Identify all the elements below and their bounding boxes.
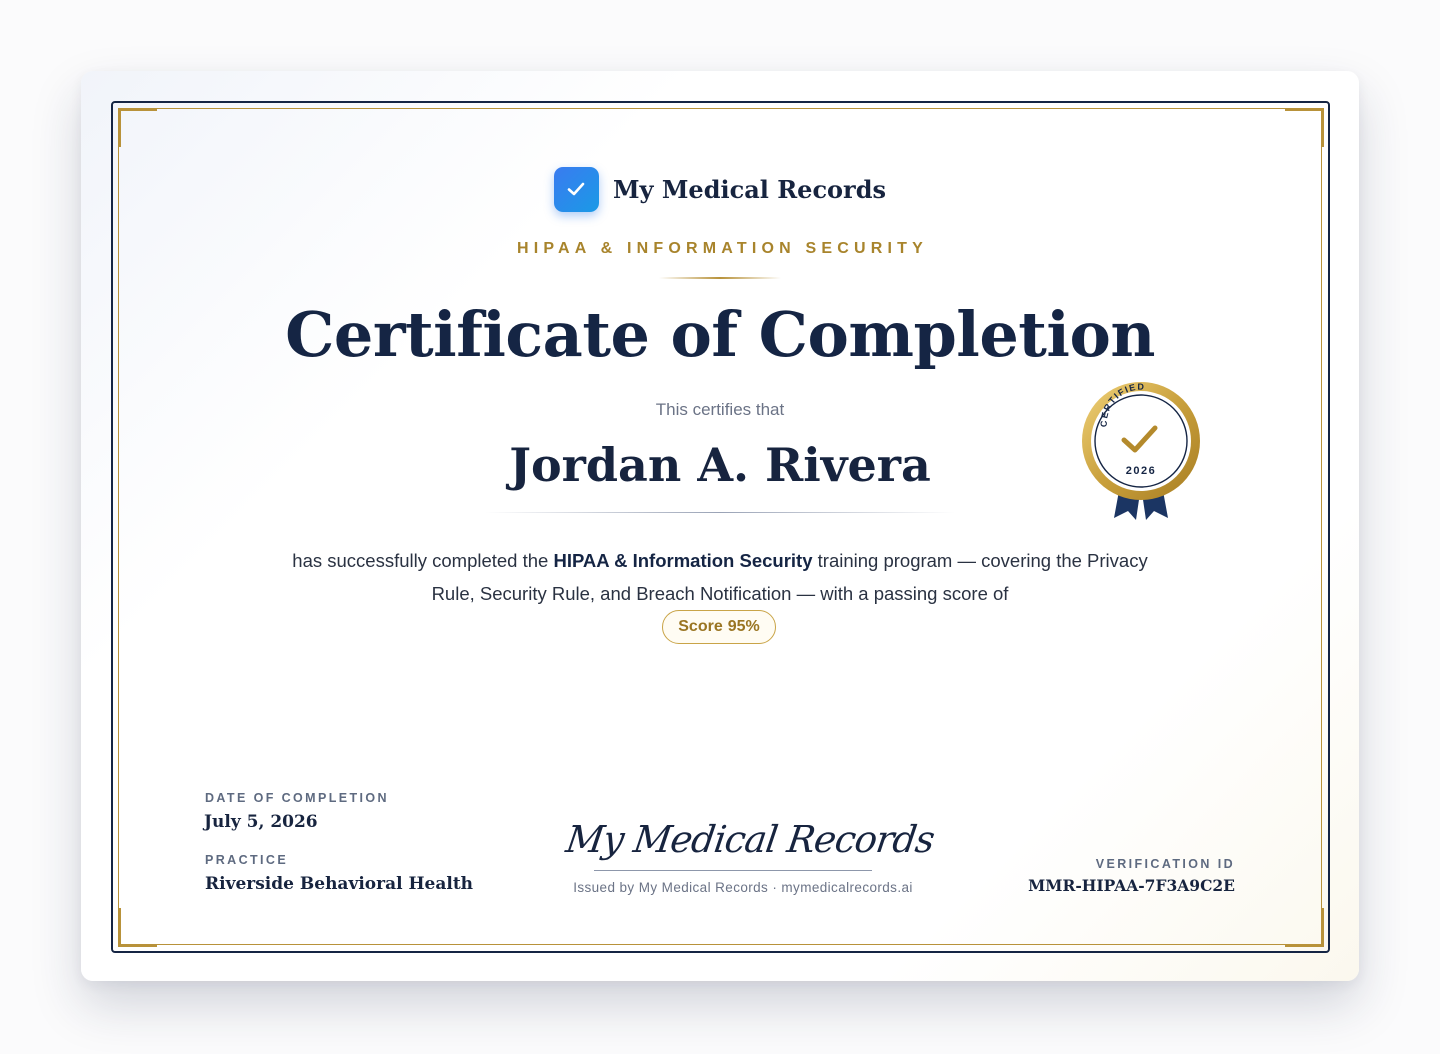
date-value: July 5, 2026 <box>204 812 318 832</box>
issued-by-text: Issued by My Medical Records · mymedical… <box>573 880 913 895</box>
score-badge: Score 95% <box>662 610 776 644</box>
brand-name: My Medical Records <box>612 174 886 204</box>
practice-value: Riverside Behavioral Health <box>205 874 474 894</box>
statement-text-start: has successfully completed the <box>292 550 554 571</box>
certified-seal: CERTIFIED 2026 <box>1082 382 1200 520</box>
certificate-eyebrow: HIPAA & INFORMATION SECURITY <box>516 240 929 257</box>
corner-ornament-top-left <box>118 108 157 147</box>
brand-header: My Medical Records <box>0 166 1440 212</box>
issuer-signature: My Medical Records <box>563 818 937 861</box>
verification-label: VERIFICATION ID <box>1095 857 1235 871</box>
completion-statement: has successfully completed the HIPAA & I… <box>290 544 1150 610</box>
recipient-divider <box>485 512 955 513</box>
verification-id: MMR-HIPAA-7F3A9C2E <box>1028 876 1235 895</box>
signature-line <box>594 870 872 871</box>
eyebrow-divider <box>659 277 781 279</box>
score-label: Score <box>678 618 723 635</box>
corner-ornament-bottom-left <box>118 908 157 947</box>
practice-label: PRACTICE <box>205 853 289 867</box>
corner-ornament-bottom-right <box>1285 908 1324 947</box>
date-label: DATE OF COMPLETION <box>205 791 389 805</box>
certificate-title: Certificate of Completion <box>285 298 1155 371</box>
recipient-name: Jordan A. Rivera <box>509 438 931 492</box>
checkmark-icon <box>553 166 599 212</box>
course-name: HIPAA & Information Security <box>553 550 813 571</box>
certifies-text: This certifies that <box>655 400 785 419</box>
corner-ornament-top-right <box>1285 108 1324 147</box>
seal-year: 2026 <box>1126 465 1156 477</box>
score-value: 95% <box>727 618 760 635</box>
